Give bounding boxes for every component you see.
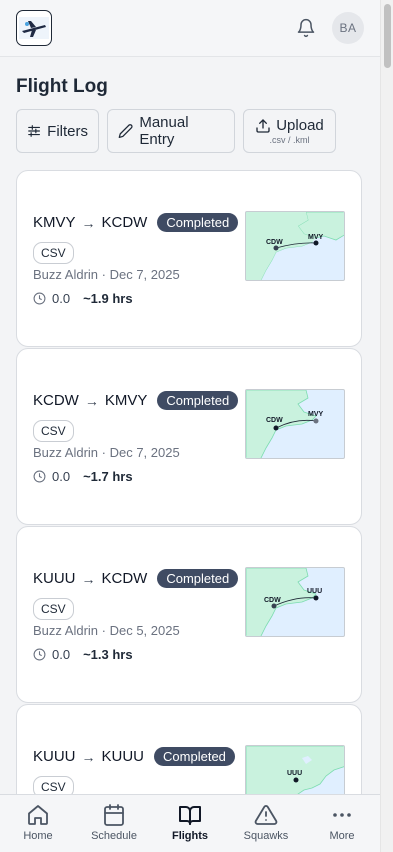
route-destination: KMVY: [104, 392, 148, 409]
notifications-bell-icon[interactable]: [294, 16, 318, 40]
map-label-a: CDW: [266, 239, 283, 246]
route-map: CDW MVY: [245, 389, 345, 459]
more-dots-icon: [333, 813, 351, 817]
route-destination: KCDW: [101, 214, 148, 231]
source-tag: CSV: [33, 598, 74, 620]
pilot-date: Buzz Aldrin · Dec 5, 2025: [33, 623, 180, 638]
flight-value: 0.0: [52, 469, 71, 484]
route-origin: KMVY: [33, 214, 76, 231]
action-buttons: Filters Manual Entry Upload .csv / .kml: [16, 109, 336, 153]
nav-home-label: Home: [23, 830, 53, 842]
flight-duration: ~1.7 hrs: [83, 469, 133, 484]
nav-flights-label: Flights: [171, 830, 209, 842]
filters-icon: [28, 125, 40, 137]
source-tag: CSV: [33, 420, 74, 442]
filters-button[interactable]: Filters: [16, 109, 99, 153]
arrow-right-icon: →: [81, 748, 96, 765]
flight-card[interactable]: KUUU → KCDW Completed CSV Buzz Aldrin · …: [16, 526, 362, 703]
nav-schedule-label: Schedule: [91, 830, 137, 842]
status-badge: Completed: [154, 747, 235, 766]
nav-more[interactable]: More: [307, 803, 377, 842]
arrow-right-icon: →: [84, 392, 99, 409]
route-destination: KCDW: [101, 570, 148, 587]
home-icon: [28, 805, 48, 825]
top-bar: BA: [0, 0, 380, 57]
nav-schedule[interactable]: Schedule: [79, 803, 149, 842]
scrollbar[interactable]: [380, 0, 393, 852]
calendar-icon: [104, 804, 124, 826]
flight-value: 0.0: [52, 647, 71, 662]
map-label-b: MVY: [308, 411, 324, 418]
upload-formats: .csv / .kml: [269, 135, 310, 145]
map-label-b: UUU: [307, 588, 322, 595]
clock-icon: [33, 470, 46, 483]
status-badge: Completed: [157, 391, 239, 410]
flight-value: 0.0: [52, 291, 71, 306]
flight-card[interactable]: KMVY → KCDW Completed CSV Buzz Aldrin · …: [16, 170, 362, 347]
pencil-icon: [118, 124, 133, 139]
flight-duration: ~1.9 hrs: [83, 291, 133, 306]
flight-card[interactable]: KCDW → KMVY Completed CSV Buzz Aldrin · …: [16, 348, 362, 525]
user-avatar[interactable]: BA: [332, 12, 364, 44]
source-tag: CSV: [33, 242, 74, 264]
nav-home[interactable]: Home: [3, 803, 73, 842]
nav-flights[interactable]: Flights: [155, 803, 225, 842]
warning-triangle-icon: [254, 805, 278, 825]
upload-icon: [256, 118, 270, 133]
arrow-right-icon: →: [81, 570, 96, 587]
bottom-nav: Home Schedule Flights Squawks More: [0, 794, 380, 852]
manual-entry-label: Manual Entry: [139, 114, 189, 148]
route-origin: KCDW: [33, 392, 79, 409]
nav-squawks[interactable]: Squawks: [231, 803, 301, 842]
route-map: CDW UUU: [245, 567, 345, 637]
clock-icon: [33, 648, 46, 661]
pilot-date: Buzz Aldrin · Dec 7, 2025: [33, 445, 180, 460]
upload-button[interactable]: Upload .csv / .kml: [243, 109, 336, 153]
manual-entry-button[interactable]: Manual Entry: [107, 109, 235, 153]
status-badge: Completed: [157, 213, 239, 232]
nav-more-label: More: [329, 830, 355, 842]
clock-icon: [33, 292, 46, 305]
pilot-date: Buzz Aldrin · Dec 7, 2025: [33, 267, 180, 282]
nav-squawks-label: Squawks: [243, 830, 289, 842]
upload-label: Upload: [276, 117, 324, 134]
map-label-b: UUU: [287, 770, 302, 777]
page-title: Flight Log: [16, 76, 108, 97]
map-label-a: CDW: [266, 417, 283, 424]
filters-label: Filters: [47, 122, 88, 140]
flight-duration: ~1.3 hrs: [83, 647, 133, 662]
route-origin: KUUU: [33, 570, 76, 587]
route-origin: KUUU: [33, 748, 76, 765]
app-logo[interactable]: [16, 10, 52, 46]
map-label-b: MVY: [308, 234, 324, 241]
status-badge: Completed: [157, 569, 239, 588]
route-map: CDW MVY: [245, 211, 345, 281]
plane-logo-icon: [19, 17, 49, 39]
route-destination: KUUU: [101, 748, 145, 765]
scroll-thumb[interactable]: [384, 4, 391, 68]
arrow-right-icon: →: [81, 214, 96, 231]
book-open-icon: [179, 806, 201, 825]
map-label-a: CDW: [264, 597, 281, 604]
